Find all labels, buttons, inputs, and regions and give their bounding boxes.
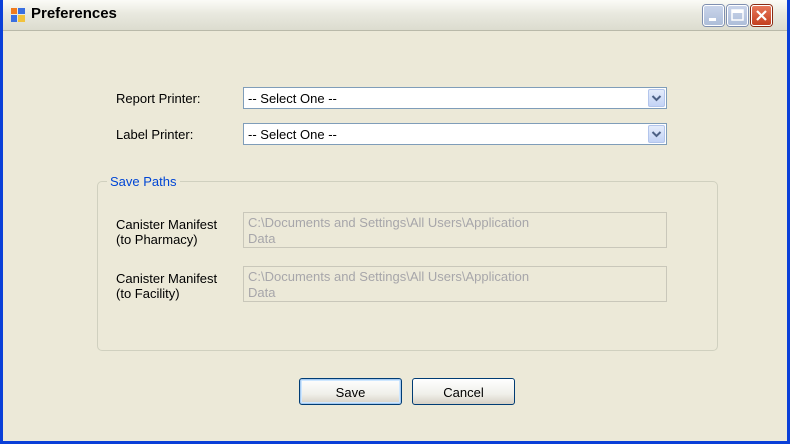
pharmacy-path-line2: Data <box>248 231 276 246</box>
chevron-down-icon <box>651 95 662 102</box>
save-paths-title: Save Paths <box>107 174 180 189</box>
facility-path-line2: Data <box>248 285 276 300</box>
dialog-client-area: Report Printer: -- Select One -- Label P… <box>3 31 787 441</box>
preferences-window: Preferences Report Printer: -- Select On… <box>0 0 790 444</box>
label-printer-select[interactable]: -- Select One -- <box>243 123 667 145</box>
pharmacy-manifest-label-line2: (to Pharmacy) <box>116 232 198 247</box>
report-printer-value: -- Select One -- <box>248 91 337 106</box>
app-window-icon <box>11 8 25 22</box>
maximize-button[interactable] <box>727 5 748 26</box>
window-title: Preferences <box>31 5 117 22</box>
close-button[interactable] <box>751 5 772 26</box>
facility-manifest-label-line2: (to Facility) <box>116 286 180 301</box>
facility-manifest-label-line1: Canister Manifest <box>116 271 218 286</box>
minimize-button[interactable] <box>703 5 724 26</box>
facility-path-line1: C:\Documents and Settings\All Users\Appl… <box>248 269 530 284</box>
facility-manifest-path-field[interactable]: C:\Documents and Settings\All Users\Appl… <box>243 266 667 302</box>
maximize-icon <box>731 9 744 21</box>
pharmacy-path-line1: C:\Documents and Settings\All Users\Appl… <box>248 215 530 230</box>
close-icon <box>756 10 767 21</box>
report-printer-label: Report Printer: <box>116 91 201 106</box>
minimize-icon <box>709 18 716 21</box>
save-button[interactable]: Save <box>299 378 402 405</box>
pharmacy-manifest-path-field[interactable]: C:\Documents and Settings\All Users\Appl… <box>243 212 667 248</box>
pharmacy-manifest-label-line1: Canister Manifest <box>116 217 218 232</box>
label-printer-label: Label Printer: <box>116 127 194 142</box>
cancel-button[interactable]: Cancel <box>412 378 515 405</box>
chevron-down-icon <box>651 131 662 138</box>
label-printer-value: -- Select One -- <box>248 127 337 142</box>
report-printer-select[interactable]: -- Select One -- <box>243 87 667 109</box>
title-bar[interactable]: Preferences <box>3 0 787 31</box>
report-printer-dropdown-button[interactable] <box>648 89 665 107</box>
label-printer-dropdown-button[interactable] <box>648 125 665 143</box>
